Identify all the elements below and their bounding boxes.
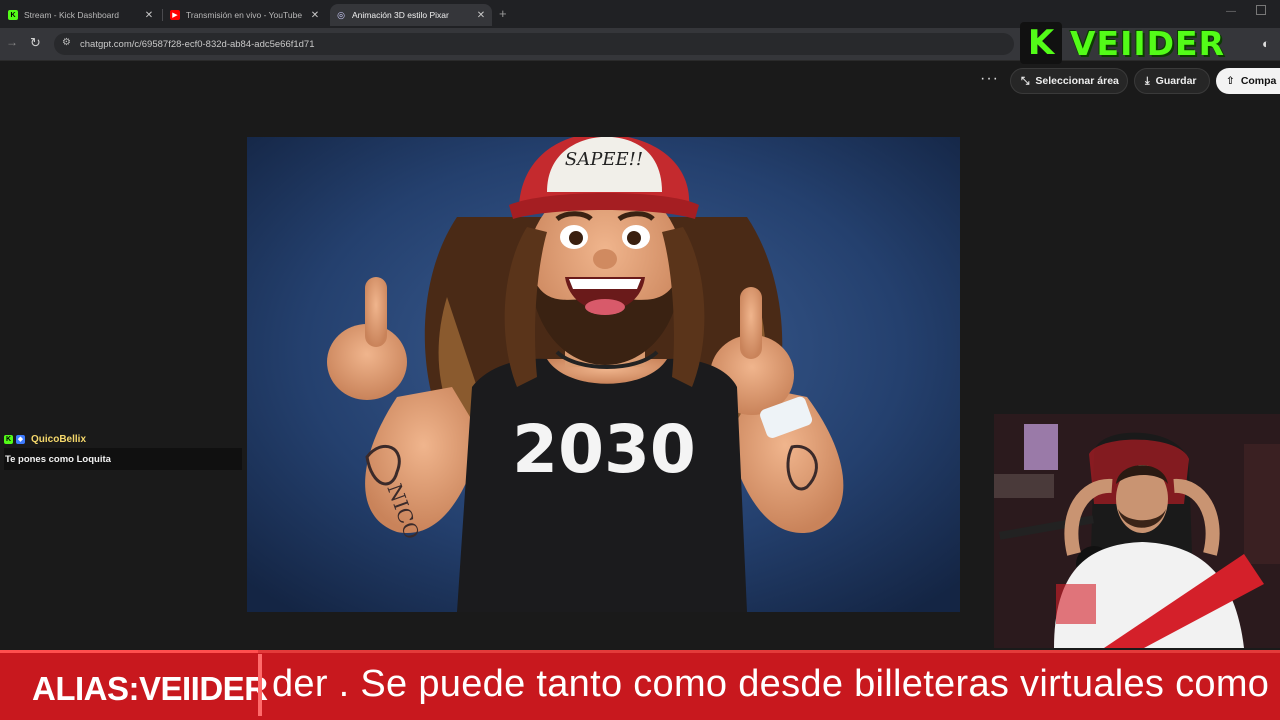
kick-icon: K — [8, 10, 18, 20]
save-button[interactable]: ⤓ Guardar — [1134, 68, 1210, 94]
chat-text: Te pones como Loquita — [4, 448, 242, 470]
share-button[interactable]: ⇧ Compa — [1216, 68, 1280, 94]
tab-label: Transmisión en vivo - YouTube — [186, 10, 303, 20]
share-label: Compa — [1240, 75, 1277, 87]
tab-separator — [162, 9, 163, 21]
kick-badge-icon: K — [4, 434, 13, 444]
save-label: Guardar — [1155, 75, 1197, 87]
address-bar[interactable]: ⚙ chatgpt.com/c/69587f28-ecf0-832d-ab84-… — [54, 33, 1014, 55]
site-settings-icon[interactable]: ⚙ — [62, 37, 71, 48]
generated-image[interactable]: NICO 2030 SAPEE!! — [247, 137, 960, 612]
select-area-label: Seleccionar área — [1035, 75, 1119, 87]
new-tab-button[interactable]: + — [499, 6, 507, 21]
chatgpt-icon: ◎ — [337, 9, 345, 20]
url-text[interactable]: chatgpt.com/c/69587f28-ecf0-832d-ab84-ad… — [80, 39, 315, 50]
tab-youtube[interactable]: ▶ Transmisión en vivo - YouTube ✕ — [164, 4, 326, 26]
tab-label: Stream - Kick Dashboard — [24, 10, 119, 20]
more-options-icon[interactable]: ··· — [980, 70, 999, 88]
chat-username: QuicoBellix — [31, 433, 87, 445]
close-icon[interactable]: ✕ — [142, 10, 156, 21]
close-icon[interactable]: ✕ — [474, 10, 488, 21]
youtube-icon: ▶ — [170, 10, 180, 20]
forward-arrow-icon[interactable]: → — [6, 35, 18, 49]
donation-ticker: ALIAS:VEIIDER der . Se puede tanto como … — [0, 650, 1280, 720]
chat-message: K ◆ QuicoBellix Te pones como Loquita — [4, 432, 242, 470]
channel-name: VEIIDER — [1070, 23, 1225, 63]
streamer-webcam-image — [994, 414, 1280, 648]
tab-label: Animación 3D estilo Pixar — [352, 10, 449, 20]
chat-header: K ◆ QuicoBellix — [4, 432, 242, 446]
select-area-icon: ⤡ — [1021, 74, 1030, 87]
share-icon: ⇧ — [1226, 75, 1235, 87]
shirt-text: 2030 — [512, 411, 696, 488]
ticker-scroll-text: der . Se puede tanto como desde billeter… — [272, 663, 1270, 705]
kick-logo-icon: K — [1020, 22, 1062, 64]
cap-text: SAPEE!! — [565, 149, 643, 170]
pixar-character-illustration: NICO 2030 SAPEE!! — [247, 137, 960, 612]
kick-channel-logo: K VEIIDER — [1020, 18, 1262, 68]
close-icon[interactable]: ✕ — [308, 10, 322, 21]
extension-icon[interactable]: ◐ — [1262, 36, 1270, 51]
ticker-alias: ALIAS:VEIIDER — [32, 670, 268, 707]
maximize-icon[interactable] — [1256, 5, 1266, 15]
tab-chatgpt[interactable]: ◎ Animación 3D estilo Pixar ✕ — [330, 4, 492, 26]
reload-icon[interactable]: ↻ — [30, 35, 41, 51]
ticker-alias-box: ALIAS:VEIIDER — [0, 650, 268, 720]
ticker-divider — [258, 654, 262, 716]
minimize-icon[interactable]: — — [1226, 6, 1236, 17]
select-area-button[interactable]: ⤡ Seleccionar área — [1010, 68, 1128, 94]
tab-kick-dashboard[interactable]: K Stream - Kick Dashboard ✕ — [2, 4, 160, 26]
subscriber-badge-icon: ◆ — [16, 434, 25, 444]
download-icon: ⤓ — [1145, 74, 1150, 87]
webcam-feed — [994, 414, 1280, 648]
